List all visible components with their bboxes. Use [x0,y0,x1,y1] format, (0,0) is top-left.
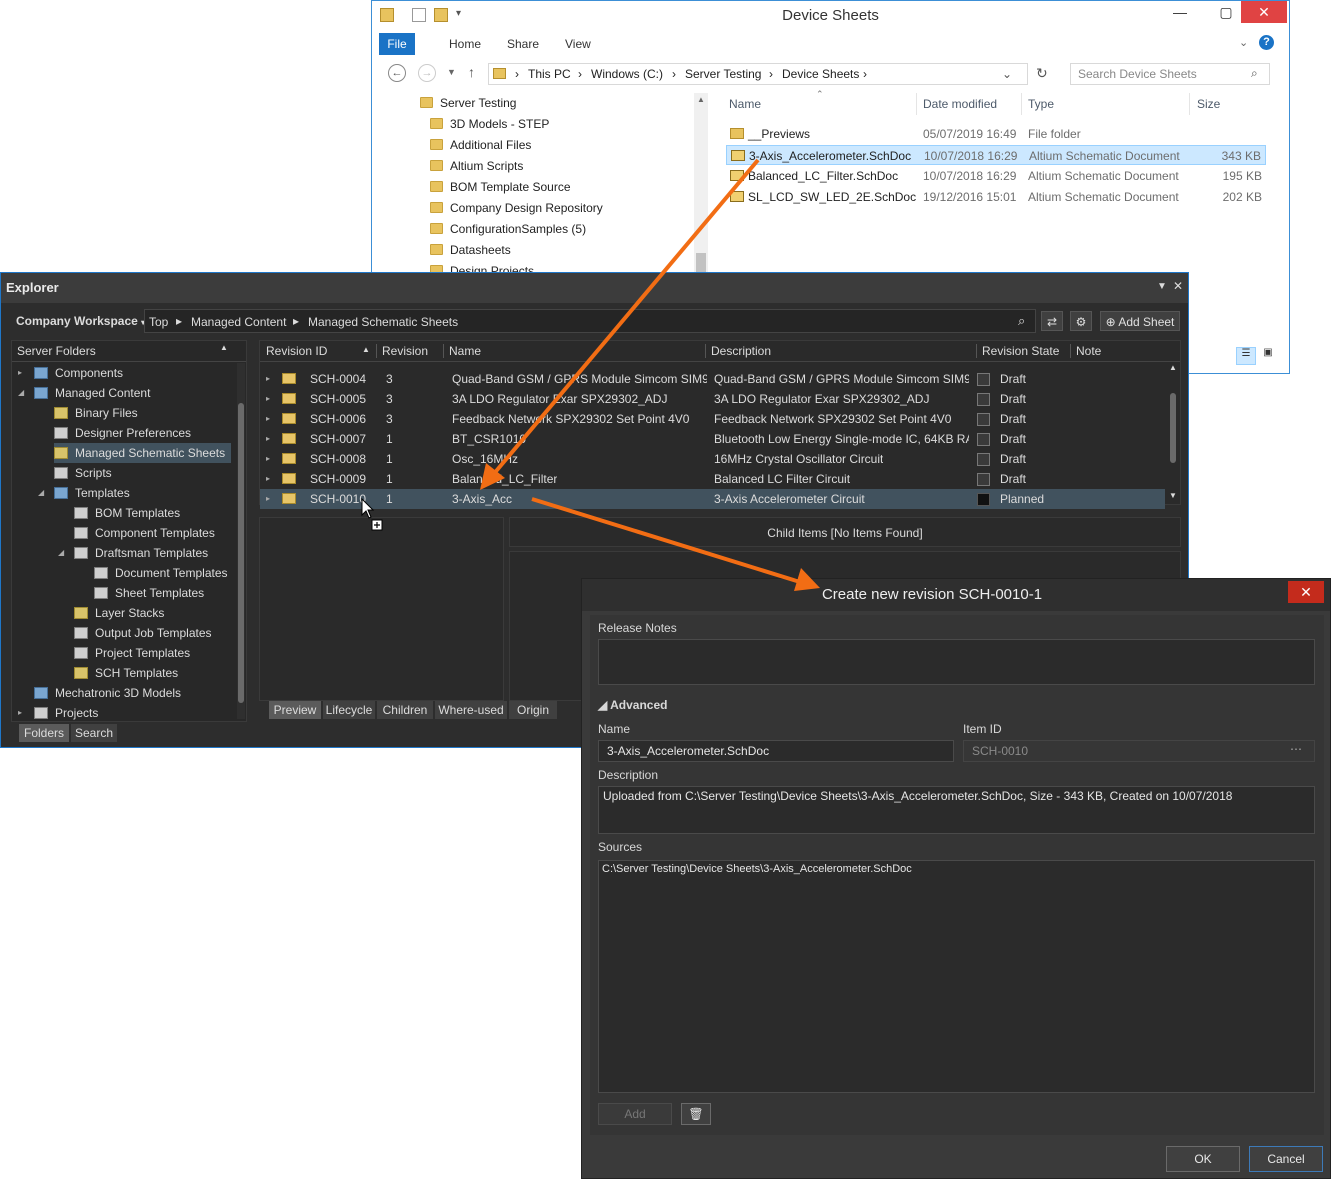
arrow-line [531,497,801,584]
arrow-line [490,158,760,478]
arrowhead-icon [794,568,820,591]
annotation-arrows [480,158,820,591]
